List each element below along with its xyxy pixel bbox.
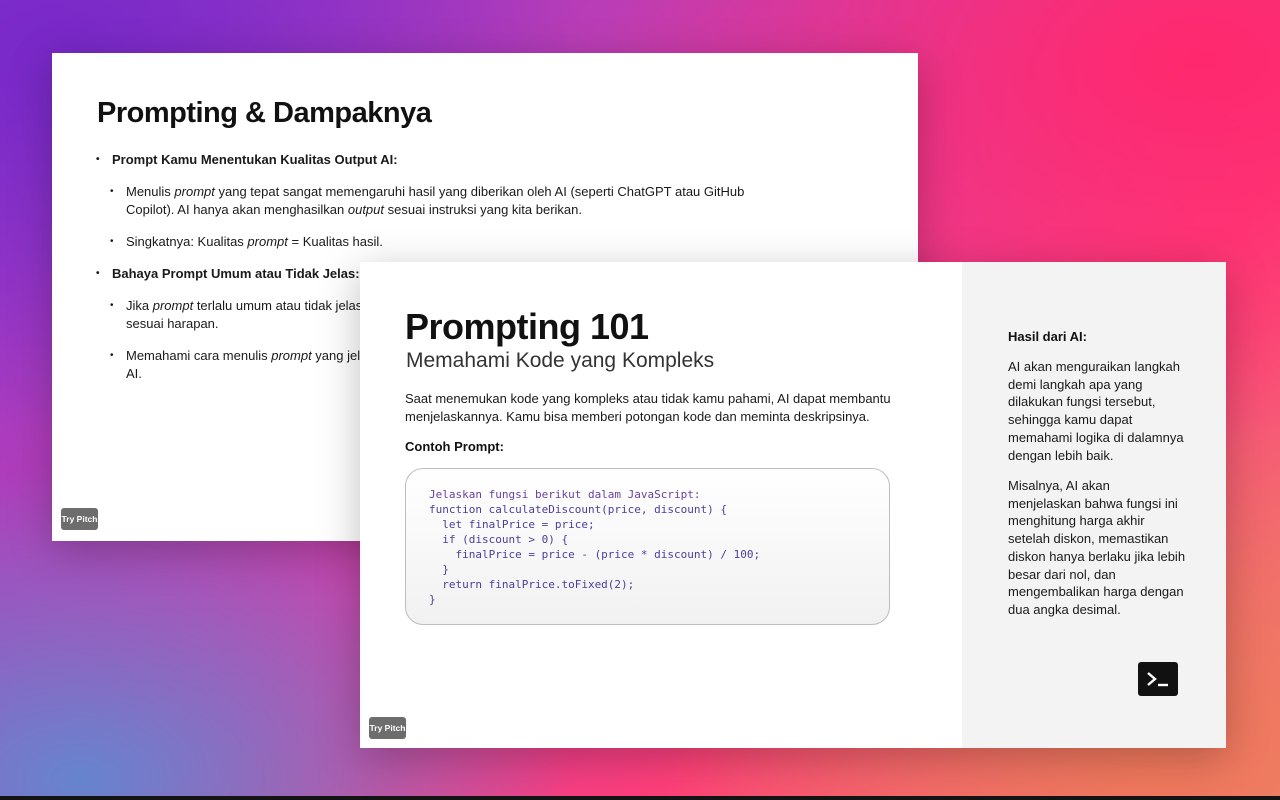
terminal-prompt-glyph [1147,672,1168,687]
slide-front-title: Prompting 101 [405,306,649,347]
slide-back-title: Prompting & Dampaknya [97,97,432,129]
slide-front-description: Saat menemukan kode yang kompleks atau t… [405,391,891,424]
bullet-sub: Menulis prompt yang tepat sangat memenga… [110,183,796,219]
ai-result-paragraph: AI akan menguraikan langkah demi langkah… [1008,359,1184,463]
terminal-icon [1138,662,1178,696]
slide-front[interactable]: Prompting 101 Memahami Kode yang Komplek… [360,262,1226,748]
code-line: } [429,563,449,576]
ai-result-heading: Hasil dari AI: [1008,329,1087,344]
code-line: return finalPrice.toFixed(2); [429,578,635,591]
try-pitch-button[interactable]: Try Pitch [369,717,406,739]
try-pitch-button[interactable]: Try Pitch [61,508,98,530]
bullet-main: Prompt Kamu Menentukan Kualitas Output A… [96,151,796,169]
code-line: if (discount > 0) { [429,533,569,546]
bullet-sub: Singkatnya: Kualitas prompt = Kualitas h… [110,233,796,251]
bottom-bar [0,796,1280,800]
code-line: finalPrice = price - (price * discount) … [429,548,761,561]
code-line: Jelaskan fungsi berikut dalam JavaScript… [429,488,701,501]
code-line: let finalPrice = price; [429,518,595,531]
code-block: Jelaskan fungsi berikut dalam JavaScript… [405,468,890,625]
code-line: } [429,593,436,606]
code-line: function calculateDiscount(price, discou… [429,503,728,516]
example-prompt-label: Contoh Prompt: [405,439,504,454]
slide-front-subtitle: Memahami Kode yang Kompleks [406,349,715,372]
ai-result-paragraph: Misalnya, AI akan menjelaskan bahwa fung… [1008,478,1186,617]
ai-result-panel: Hasil dari AI: AI akan menguraikan langk… [962,262,1226,748]
